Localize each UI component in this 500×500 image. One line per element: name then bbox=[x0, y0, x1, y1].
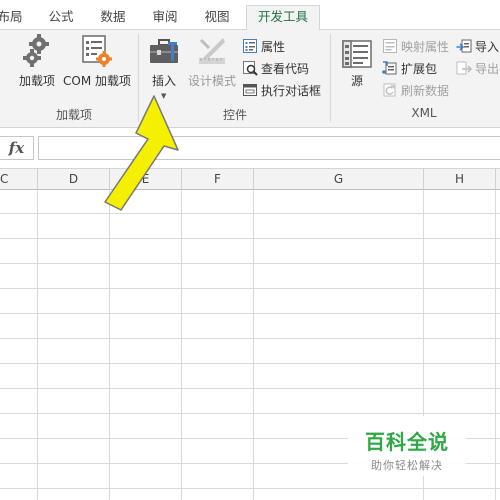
column-header-e[interactable]: E bbox=[110, 169, 182, 190]
grid-line bbox=[37, 190, 38, 500]
chevron-down-icon: ▼ bbox=[161, 92, 167, 100]
export-button-label: 导出 bbox=[475, 61, 500, 76]
xml-source-icon bbox=[342, 40, 372, 68]
grid-line bbox=[181, 190, 182, 500]
group-separator bbox=[138, 34, 139, 122]
tab-data[interactable]: 数据 bbox=[96, 6, 130, 30]
com-addins-button[interactable]: COM 加载项 bbox=[62, 34, 132, 98]
export-button[interactable]: 导出 bbox=[456, 58, 499, 78]
view-code-button[interactable]: 查看代码 bbox=[242, 58, 309, 78]
grid-line bbox=[0, 363, 500, 364]
map-properties-button-label: 映射属性 bbox=[401, 39, 450, 54]
export-icon bbox=[456, 61, 472, 75]
column-header-g[interactable]: G bbox=[254, 169, 424, 190]
import-button[interactable]: 导入 bbox=[456, 36, 499, 56]
expansion-pack-icon bbox=[382, 61, 397, 75]
refresh-data-button[interactable]: 刷新数据 bbox=[382, 80, 449, 100]
grid-line bbox=[253, 190, 254, 500]
dialog-icon bbox=[243, 84, 257, 96]
properties-icon bbox=[243, 39, 257, 53]
map-properties-icon bbox=[383, 39, 397, 53]
view-code-icon bbox=[243, 61, 258, 76]
tab-formulas[interactable]: 公式 bbox=[44, 6, 78, 30]
watermark-title: 百科全说 bbox=[365, 430, 449, 454]
watermark-subtitle: 助你轻松解决 bbox=[371, 459, 443, 472]
expansion-pack-button-label: 扩展包 bbox=[401, 61, 438, 76]
column-header-d[interactable]: D bbox=[38, 169, 110, 190]
grid-line bbox=[0, 238, 500, 239]
watermark: 百科全说 助你轻松解决 bbox=[348, 416, 466, 476]
addins-group-label: 加载项 bbox=[55, 108, 92, 122]
grid-line bbox=[0, 388, 500, 389]
grid-line bbox=[0, 338, 500, 339]
tab-developer[interactable]: 开发工具 bbox=[246, 5, 320, 31]
grid-line bbox=[0, 313, 500, 314]
addins-button-label: 加载项 bbox=[18, 74, 55, 88]
grid-line bbox=[109, 190, 110, 500]
expansion-pack-button[interactable]: 扩展包 bbox=[382, 58, 437, 78]
source-button[interactable]: 源 bbox=[338, 34, 376, 98]
properties-button[interactable]: 属性 bbox=[242, 36, 285, 56]
column-headers: C D E F G H bbox=[0, 168, 500, 190]
column-header-h[interactable]: H bbox=[424, 169, 496, 190]
source-button-label: 源 bbox=[350, 74, 363, 88]
grid-line bbox=[495, 190, 496, 500]
com-addins-button-label: COM 加载项 bbox=[63, 74, 131, 88]
design-mode-button-label: 设计模式 bbox=[187, 74, 236, 88]
ribbon-tabs: 布局 公式 数据 审阅 视图 开发工具 bbox=[0, 0, 500, 31]
design-mode-icon bbox=[199, 38, 225, 64]
formula-bar: fx bbox=[0, 128, 500, 168]
tab-view[interactable]: 视图 bbox=[200, 6, 234, 30]
properties-button-label: 属性 bbox=[261, 39, 286, 54]
insert-button-label: 插入 bbox=[151, 74, 176, 88]
map-properties-button[interactable]: 映射属性 bbox=[382, 36, 449, 56]
controls-group-label: 控件 bbox=[222, 108, 247, 122]
group-separator bbox=[330, 34, 331, 122]
ribbon: 加载项 COM 加载项 加载项 插入 ▼ 设计模式 属性 查看代码 执行对话框 … bbox=[0, 30, 500, 128]
gear-icon bbox=[23, 34, 49, 67]
com-addin-icon bbox=[82, 35, 112, 67]
formula-input[interactable] bbox=[38, 136, 500, 160]
refresh-data-button-label: 刷新数据 bbox=[401, 83, 450, 98]
grid-line bbox=[0, 288, 500, 289]
grid-line bbox=[0, 413, 500, 414]
column-header-c[interactable]: C bbox=[0, 169, 38, 190]
design-mode-button[interactable]: 设计模式 bbox=[186, 34, 238, 98]
column-header-f[interactable]: F bbox=[182, 169, 254, 190]
toolbox-icon bbox=[150, 39, 178, 63]
xml-group-label: XML bbox=[411, 106, 437, 120]
addins-button[interactable]: 加载项 bbox=[14, 34, 60, 98]
grid-line bbox=[0, 488, 500, 489]
insert-button[interactable]: 插入 ▼ bbox=[144, 34, 184, 106]
tab-page-layout[interactable]: 布局 bbox=[0, 6, 26, 30]
tab-review[interactable]: 审阅 bbox=[148, 6, 182, 30]
import-icon bbox=[456, 39, 472, 53]
grid-line bbox=[0, 263, 500, 264]
run-dialog-button-label: 执行对话框 bbox=[261, 83, 322, 98]
view-code-button-label: 查看代码 bbox=[261, 61, 310, 76]
refresh-data-icon bbox=[383, 83, 396, 97]
import-button-label: 导入 bbox=[475, 39, 500, 54]
run-dialog-button[interactable]: 执行对话框 bbox=[242, 80, 321, 100]
grid-line bbox=[0, 213, 500, 214]
fx-icon[interactable]: fx bbox=[0, 136, 34, 160]
